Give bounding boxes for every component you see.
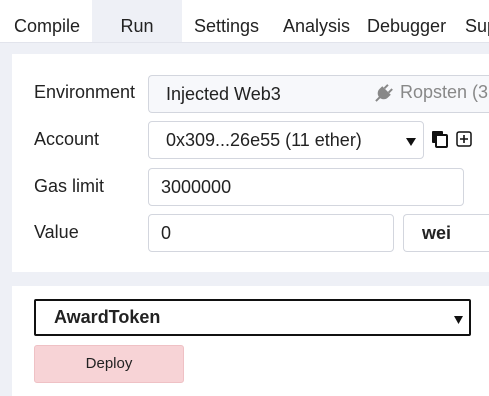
account-label: Account — [34, 129, 100, 149]
contract-select[interactable]: AwardToken — [34, 299, 471, 336]
environment-label: Environment — [34, 82, 136, 102]
tab-analysis[interactable]: Analysis — [283, 0, 350, 42]
value-unit: wei — [422, 223, 452, 243]
tab-debugger[interactable]: Debugger — [367, 0, 446, 42]
deploy-label: Deploy — [85, 355, 133, 372]
value-amount: 0 — [161, 223, 172, 243]
tab-support-label: Sup — [465, 16, 489, 36]
value-input[interactable]: 0 — [148, 214, 394, 252]
tab-support[interactable]: Sup — [465, 0, 489, 42]
tab-debugger-label: Debugger — [367, 16, 447, 36]
environment-value: Injected Web3 — [166, 84, 281, 104]
account-value: 0x309...26e55 (11 ether) — [166, 130, 362, 150]
network-label: Ropsten (3 — [400, 82, 489, 102]
deploy-button[interactable]: Deploy — [34, 345, 184, 383]
tab-settings-label: Settings — [194, 16, 260, 36]
contract-selected: AwardToken — [54, 307, 161, 327]
add-account-icon[interactable] — [456, 131, 472, 152]
tab-compile-label: Compile — [14, 16, 81, 36]
tab-analysis-label: Analysis — [283, 16, 351, 36]
chevron-down-icon — [405, 134, 417, 152]
plug-icon — [372, 83, 394, 110]
copy-icon[interactable] — [431, 130, 449, 153]
tab-run[interactable]: Run — [92, 0, 182, 42]
value-label: Value — [34, 222, 79, 242]
tab-settings[interactable]: Settings — [194, 0, 259, 42]
value-unit-select[interactable]: wei — [403, 214, 489, 252]
gas-limit-value: 3000000 — [161, 177, 232, 197]
account-select[interactable]: 0x309...26e55 (11 ether) — [148, 121, 424, 159]
tab-compile[interactable]: Compile — [14, 0, 80, 42]
chevron-down-icon — [453, 312, 464, 330]
tab-run-label: Run — [120, 16, 154, 36]
gas-limit-input[interactable]: 3000000 — [148, 168, 464, 206]
gas-limit-label: Gas limit — [34, 176, 105, 196]
tab-bar: Compile Run Settings Analysis Debugger S… — [0, 0, 489, 43]
